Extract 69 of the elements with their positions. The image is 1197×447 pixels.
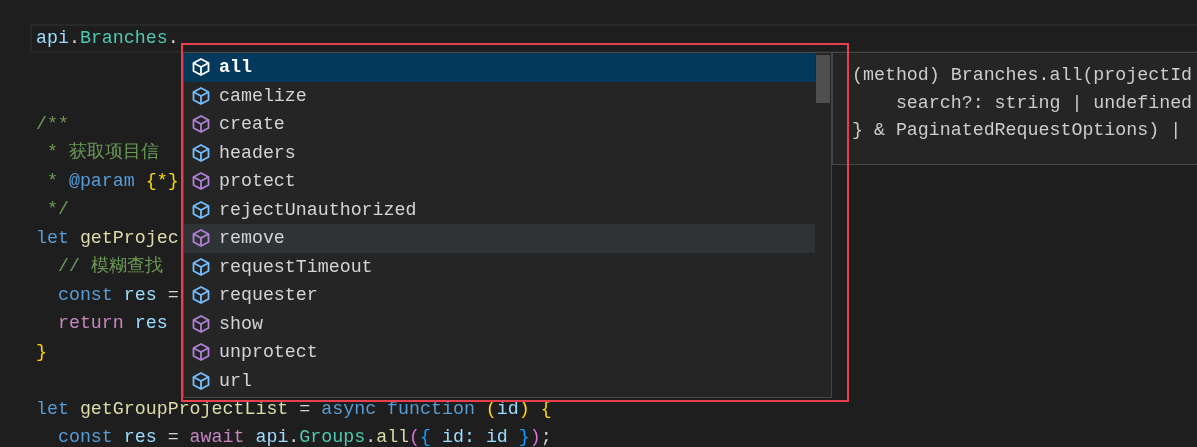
code-token: function [386,398,475,419]
code-token: ; [540,427,552,447]
code-token: getProjec [78,227,179,248]
code-token: const [56,427,113,447]
code-token: all [376,427,410,447]
cube-icon [191,142,211,163]
code-token: getGroupProjectList [78,398,289,419]
code-token: Branches [79,28,168,48]
suggestion-item[interactable]: requester [184,281,815,310]
cube-icon [191,285,211,306]
code-token: = [166,284,179,305]
code-token: ( [484,398,497,419]
code-token: const [56,284,113,305]
signature-line: (method) Branches.all(projectId [852,64,1194,87]
suggestion-item[interactable]: remove [184,224,815,253]
code-token: let [36,227,69,248]
suggestion-item[interactable]: url [184,366,815,395]
suggestion-item[interactable]: create [184,110,815,139]
cube-icon [191,370,211,391]
code-token: . [365,427,377,447]
signature-line: search?: string | undefined [894,91,1194,115]
code-token: . [288,427,300,447]
code-token: async [320,398,377,419]
cube-icon [191,228,211,249]
scrollbar-thumb[interactable] [816,55,830,103]
code-token: api [36,28,69,48]
cube-icon [191,342,211,363]
code-token: /** [36,113,69,134]
cube-icon [191,171,211,192]
suggestion-item[interactable]: unprotect [184,338,815,367]
code-token: Groups [299,427,366,447]
code-token: res [122,427,157,447]
suggestion-item[interactable]: all [184,53,815,82]
suggestion-item[interactable]: requestTimeout [184,252,815,281]
cube-icon [191,313,211,334]
code-token: = [298,398,311,419]
code-token: ( [409,427,421,447]
code-token: } [36,341,47,362]
code-token: * 获取项目信 [45,142,159,162]
cube-icon [191,199,211,220]
code-token: // 模糊查找 [56,256,163,276]
suggestion-item[interactable]: headers [184,138,815,167]
code-token: let [36,398,69,419]
code-token: @param [67,170,135,191]
code-token: . [167,28,179,48]
code-token: * [45,170,58,191]
code-token: return [56,313,124,333]
suggestion-item[interactable]: show [184,309,815,338]
suggestion-item[interactable]: camelize [184,81,815,110]
code-token: . [68,28,80,48]
signature-line: } & PaginatedRequestOptions) | [852,119,1183,142]
code-token: id: id [441,427,509,447]
code-token: = [166,427,179,447]
code-token: await [188,427,245,447]
code-token: id [496,398,519,419]
code-token: ) [529,427,541,447]
code-token: res [122,284,157,305]
suggestion-item[interactable]: rejectUnauthorized [184,195,815,224]
code-token: { [420,427,432,447]
cube-icon [191,85,211,106]
code-token: {*} [144,170,179,191]
suggestion-item[interactable]: protect [184,167,815,196]
cube-icon [191,57,211,78]
code-token: api [254,427,289,447]
code-token: */ [45,199,69,219]
code-token: res [133,313,168,333]
cube-icon [191,256,211,277]
code-token: } [518,427,530,447]
cube-icon [191,114,211,135]
